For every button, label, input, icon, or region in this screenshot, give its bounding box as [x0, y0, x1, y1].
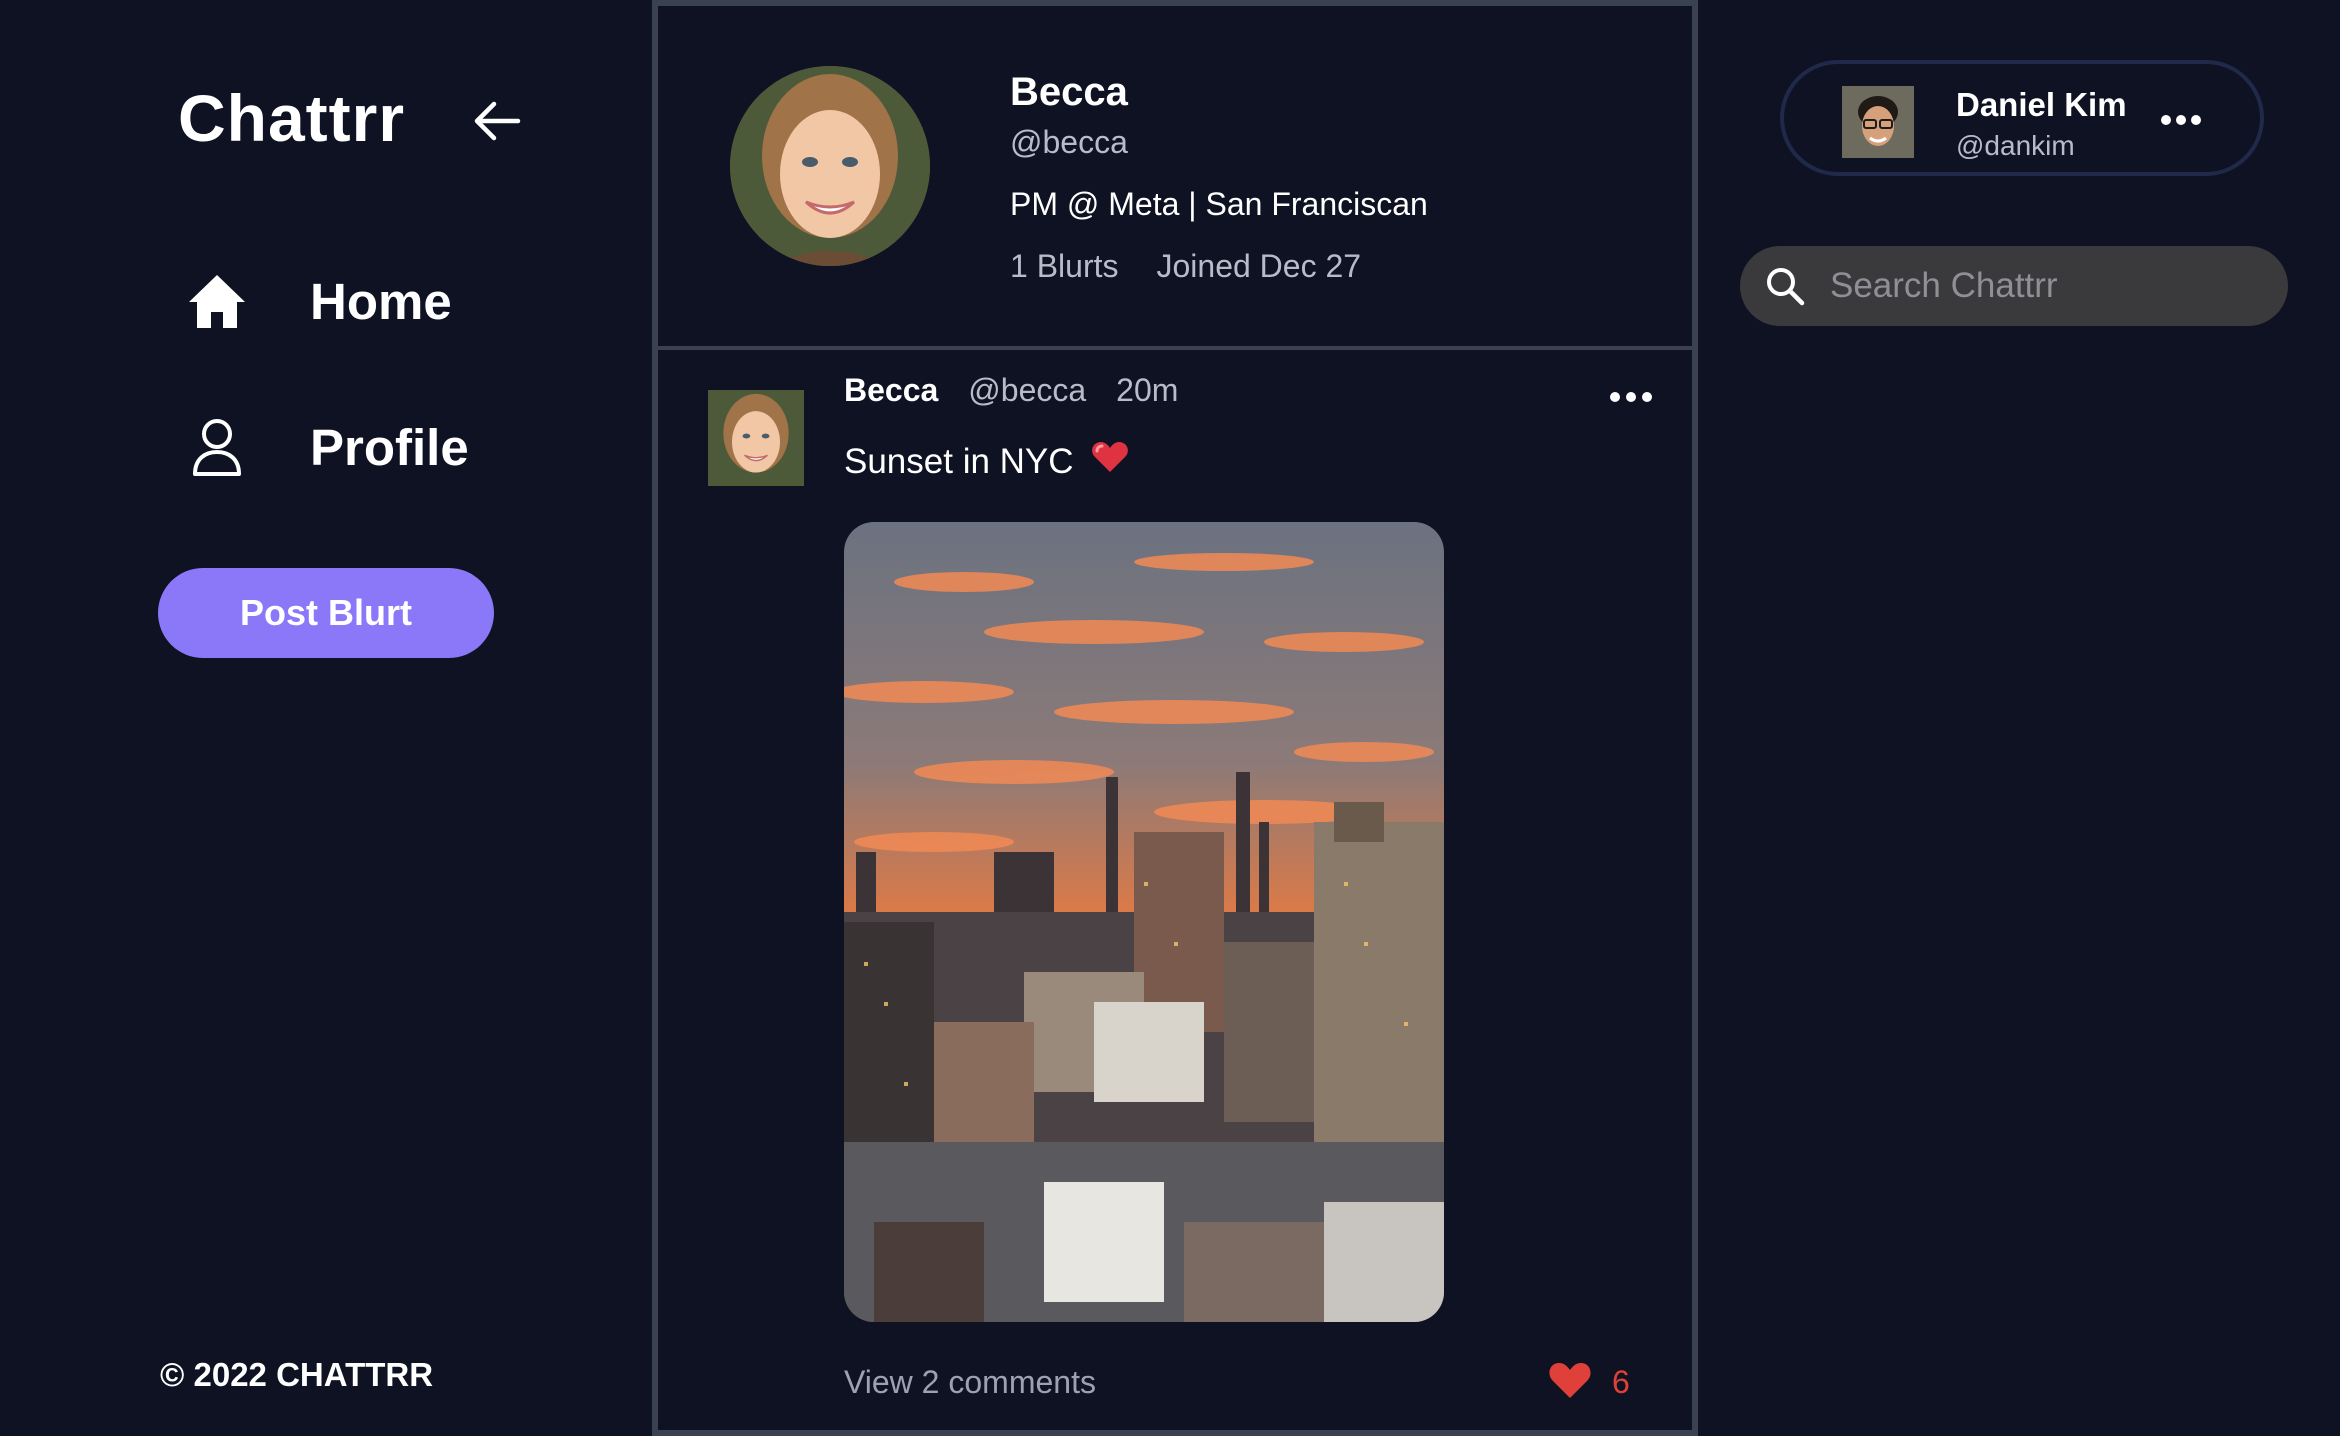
main-feed: Becca @becca PM @ Meta | San Franciscan … [652, 0, 1698, 1436]
sidebar-item-profile[interactable]: Profile [186, 416, 469, 478]
profile-header: Becca @becca PM @ Meta | San Franciscan … [658, 0, 1692, 350]
current-user-avatar [1842, 86, 1914, 158]
post-handle[interactable]: @becca [968, 372, 1086, 409]
like-count: 6 [1612, 1364, 1630, 1400]
copyright-text: © 2022 CHATTRR [160, 1356, 434, 1393]
post-card: Becca @becca 20m Sunset in NYC View 2 co… [658, 350, 1692, 1430]
brand-logo[interactable]: Chattrr [178, 80, 405, 156]
post-author-avatar[interactable] [708, 390, 804, 486]
like-button[interactable]: 6 [1548, 1360, 1630, 1405]
join-date: Joined Dec 27 [1156, 248, 1362, 284]
home-icon [186, 270, 248, 332]
sidebar-item-label: Home [310, 272, 452, 330]
post-more-options-icon[interactable] [1608, 386, 1654, 408]
collapse-arrow-icon[interactable] [468, 92, 526, 150]
post-text: Sunset in NYC [844, 441, 1074, 481]
post-body: Sunset in NYC [844, 440, 1130, 483]
sidebar-item-label: Profile [310, 418, 469, 476]
post-meta: Becca @becca 20m [844, 372, 1178, 409]
post-image[interactable] [844, 522, 1444, 1322]
sidebar-item-home[interactable]: Home [186, 270, 452, 332]
post-author[interactable]: Becca [844, 372, 938, 409]
profile-name: Becca [1010, 70, 1128, 114]
post-timestamp: 20m [1116, 372, 1179, 408]
profile-stats: 1 Blurts Joined Dec 27 [1010, 248, 1361, 285]
search-bar [1740, 246, 2288, 326]
post-blurt-button[interactable]: Post Blurt [158, 568, 494, 658]
current-user-card[interactable]: Daniel Kim @dankim [1780, 60, 2264, 176]
current-user-name: Daniel Kim [1956, 86, 2127, 123]
blurt-count: 1 Blurts [1010, 248, 1119, 284]
heart-icon [1548, 1360, 1592, 1405]
account-menu-icon[interactable] [2160, 110, 2202, 130]
profile-bio: PM @ Meta | San Franciscan [1010, 186, 1428, 222]
profile-avatar[interactable] [730, 66, 930, 266]
current-user-handle: @dankim [1956, 130, 2075, 161]
sidebar: Chattrr Home Profile Post Blurt © 2022 C… [0, 0, 650, 1436]
view-comments-link[interactable]: View 2 comments [844, 1364, 1096, 1401]
heart-emoji-icon [1090, 440, 1130, 483]
search-input[interactable] [1828, 255, 2262, 317]
user-icon [186, 416, 248, 478]
profile-handle: @becca [1010, 124, 1128, 160]
search-icon [1764, 265, 1806, 307]
